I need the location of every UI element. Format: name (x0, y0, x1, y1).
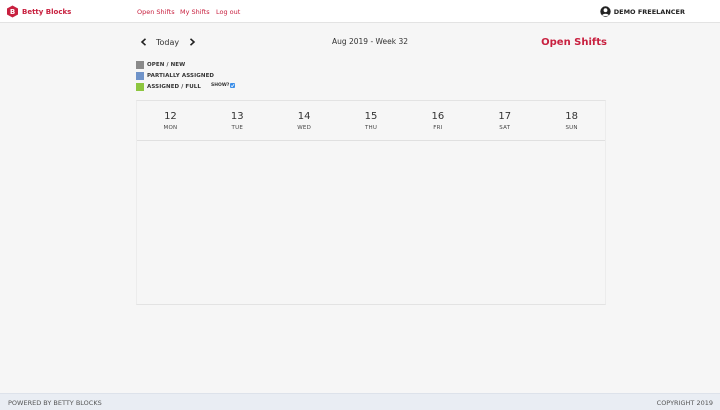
day-column-thu[interactable]: 15 THU (338, 101, 405, 140)
legend-item: OPEN / NEW (136, 60, 214, 71)
today-button[interactable]: Today (156, 38, 179, 47)
legend-swatch-partial (136, 72, 144, 81)
day-name: FRI (433, 125, 443, 131)
day-name: MON (163, 125, 178, 131)
week-navigator: Today (138, 36, 197, 48)
day-column-fri[interactable]: 16 FRI (404, 101, 471, 140)
previous-week-chevron-left-icon[interactable] (138, 37, 148, 47)
show-label: SHOW? (211, 83, 230, 88)
day-column-tue[interactable]: 13 TUE (204, 101, 271, 140)
legend-label: OPEN / NEW (147, 62, 186, 69)
next-week-chevron-right-icon[interactable] (187, 37, 197, 47)
user-menu[interactable]: DEMO FREELANCER (600, 5, 685, 18)
legend-label: ASSIGNED / FULL (147, 84, 201, 91)
page-footer: POWERED BY BETTY BLOCKS COPYRIGHT 2019 (0, 393, 720, 410)
day-name: WED (297, 125, 312, 131)
day-number: 18 (565, 111, 578, 122)
day-header-row: 12 MON 13 TUE 14 WED 15 THU 16 FRI 17 SA… (137, 101, 605, 141)
show-full-checkbox[interactable] (230, 83, 236, 88)
day-number: 12 (164, 111, 177, 122)
week-calendar: 12 MON 13 TUE 14 WED 15 THU 16 FRI 17 SA… (136, 100, 606, 305)
logo-text: Betty Blocks (22, 7, 72, 16)
day-name: SAT (499, 125, 511, 131)
day-name: TUE (231, 125, 244, 131)
day-number: 15 (364, 111, 378, 122)
day-name: THU (364, 125, 378, 131)
legend-swatch-full (136, 83, 144, 92)
legend-label: PARTIALLY ASSIGNED (147, 73, 215, 80)
top-navigation-bar: B Betty Blocks Open Shifts My Shifts Log… (0, 0, 720, 23)
day-number: 17 (498, 111, 512, 122)
week-title: Aug 2019 - Week 32 (331, 37, 409, 46)
day-number: 13 (230, 111, 244, 122)
day-number: 14 (297, 111, 311, 122)
day-column-sun[interactable]: 18 SUN (538, 101, 605, 140)
page-title: Open Shifts (541, 37, 607, 48)
legend-item: ASSIGNED / FULL SHOW? (136, 82, 236, 93)
day-number: 16 (431, 111, 445, 122)
nav-log-out[interactable]: Log out (216, 8, 240, 16)
nav-my-shifts[interactable]: My Shifts (180, 8, 210, 16)
day-column-sat[interactable]: 17 SAT (471, 101, 538, 140)
day-column-wed[interactable]: 14 WED (271, 101, 338, 140)
day-column-mon[interactable]: 12 MON (137, 101, 204, 140)
day-name: SUN (565, 125, 578, 131)
betty-blocks-logo[interactable]: B Betty Blocks (6, 5, 71, 18)
status-legend: OPEN / NEW PARTIALLY ASSIGNED ASSIGNED /… (136, 60, 236, 93)
copyright-text: COPYRIGHT 2019 (656, 399, 713, 407)
legend-item: PARTIALLY ASSIGNED (136, 71, 214, 82)
user-name: DEMO FREELANCER (613, 7, 685, 16)
user-avatar-icon (600, 6, 611, 17)
show-full-toggle: SHOW? (211, 83, 236, 88)
hexagon-logo-icon: B (6, 5, 19, 18)
nav-open-shifts[interactable]: Open Shifts (137, 8, 175, 16)
powered-by-text: POWERED BY BETTY BLOCKS (8, 399, 102, 407)
legend-swatch-open (136, 61, 144, 70)
svg-text:B: B (10, 8, 15, 16)
